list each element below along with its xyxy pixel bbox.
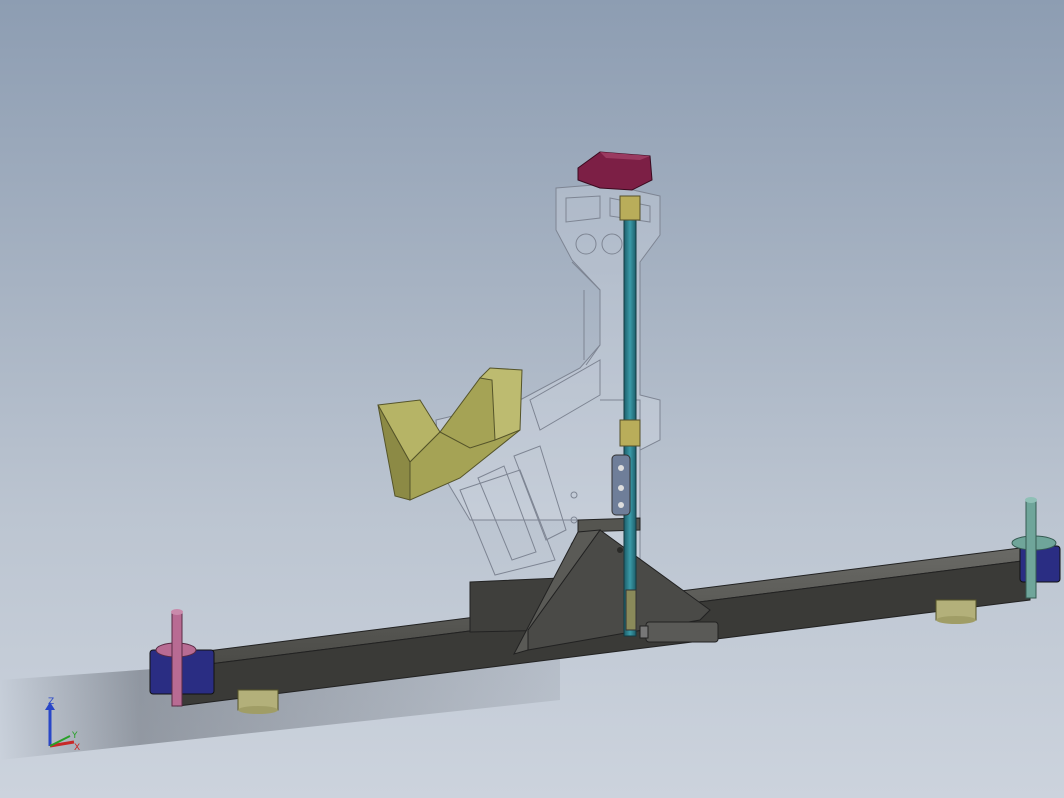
reference-triad: Z Y X [45, 697, 80, 753]
y-label: Y [71, 731, 78, 741]
rod-bushing-middle[interactable] [619, 419, 641, 447]
graphics-viewport[interactable]: Z Y X [0, 0, 1064, 798]
top-clamp-block[interactable] [577, 151, 653, 191]
pneumatic-cylinder[interactable] [639, 621, 719, 643]
locating-pin-right[interactable] [1025, 497, 1037, 599]
z-label: Z [48, 697, 54, 707]
linkage-plate[interactable] [611, 454, 631, 516]
vertical-rod[interactable] [623, 195, 637, 637]
rod-bushing-top[interactable] [619, 195, 641, 221]
cad-model-view[interactable] [0, 0, 1064, 798]
foot-pad-right[interactable] [935, 599, 977, 624]
x-label: X [74, 743, 80, 753]
foot-pad-left[interactable] [237, 689, 279, 714]
locating-pin-left[interactable] [171, 609, 183, 707]
